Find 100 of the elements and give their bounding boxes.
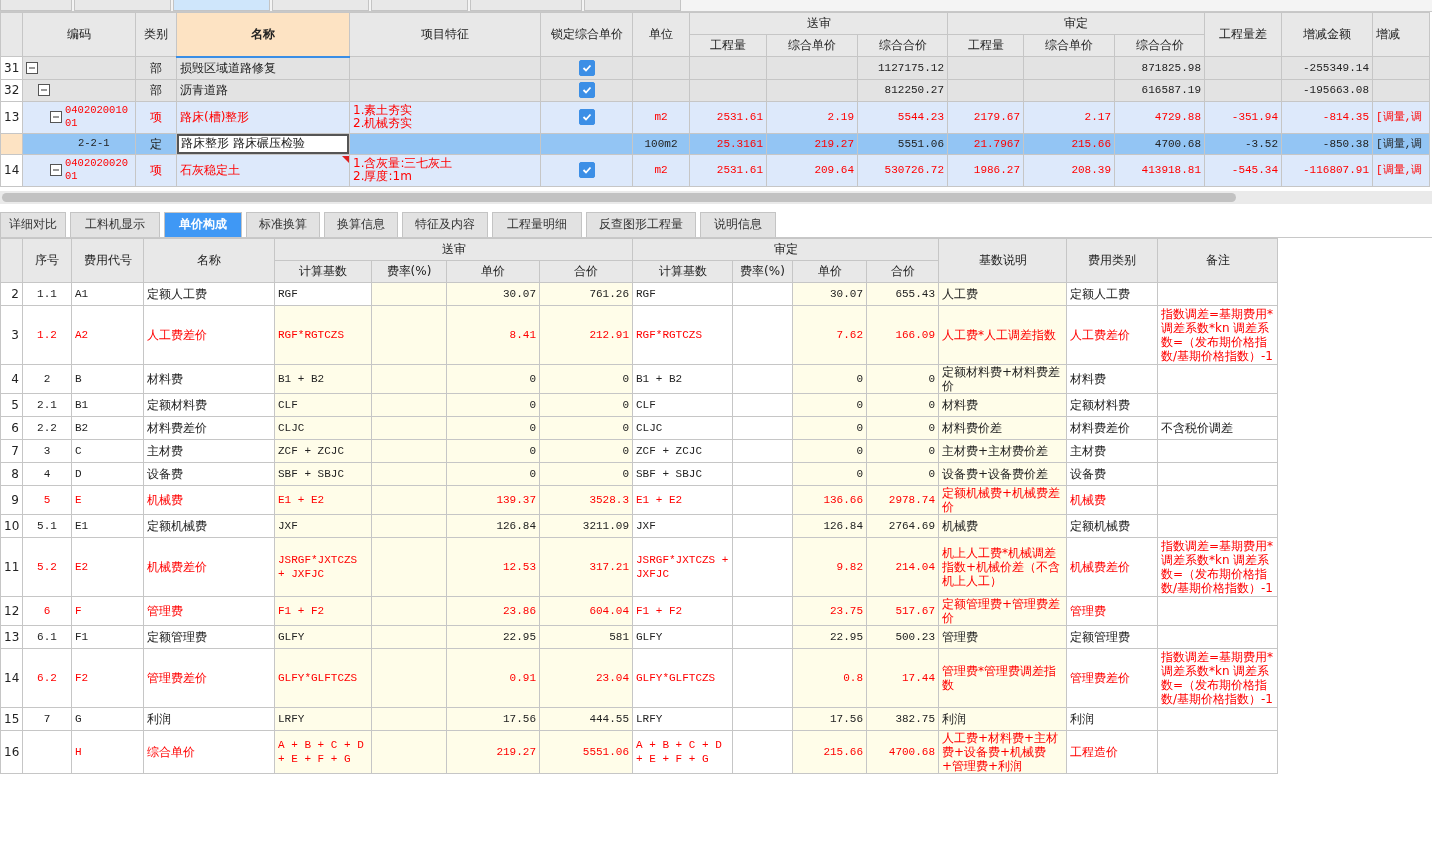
fee-code-cell: B2 xyxy=(71,416,144,439)
table-row[interactable]: 32 部 沥青道路 812250.27 616587.19 -195663.08 xyxy=(0,79,1430,101)
fee-category-cell: 人工费差价 xyxy=(1066,305,1158,364)
base-formula-cell: LRFY xyxy=(632,707,733,730)
unit-price-cell: 139.37 xyxy=(446,485,540,514)
unit-cell xyxy=(632,79,690,101)
unit-price-cell: 136.66 xyxy=(792,485,867,514)
column-header[interactable]: 费用类别 xyxy=(1066,238,1158,282)
base-description-cell: 人工费+材料费+主材费+设备费+机械费+管理费+利润 xyxy=(938,730,1067,773)
check-icon xyxy=(581,85,592,95)
tab[interactable]: 工程量明细 xyxy=(492,211,582,237)
unit-cell: m2 xyxy=(632,101,690,133)
table-row[interactable]: 2-2-1 定 路床整形 路床碾压检验 100m2 25.3161 219.27 5551.06 21.7967 215.66 4700.68 -3.52 -850.38 [调量,调 xyxy=(0,133,1430,154)
base-formula-cell: B1 + B2 xyxy=(274,364,372,393)
column-header[interactable]: 项目特征 xyxy=(349,12,541,57)
value-cell: 5544.23 xyxy=(857,101,948,133)
base-description-cell: 定额管理费+管理费差价 xyxy=(938,596,1067,625)
sequence-cell: 5.1 xyxy=(22,514,72,537)
column-header[interactable]: 类别 xyxy=(135,12,177,57)
tab[interactable]: 说明信息 xyxy=(700,211,776,237)
fee-category-cell: 定额材料费 xyxy=(1066,393,1158,416)
fee-category-cell: 机械费 xyxy=(1066,485,1158,514)
fee-name-cell: 材料费差价 xyxy=(143,416,275,439)
total-price-cell: 23.04 xyxy=(539,648,633,707)
check-icon xyxy=(581,112,592,122)
total-price-cell: 17.44 xyxy=(866,648,939,707)
column-header[interactable]: 基数说明 xyxy=(938,238,1067,282)
column-header[interactable]: 工程量差 xyxy=(1204,12,1282,57)
unit-cell xyxy=(632,56,690,79)
collapse-icon[interactable] xyxy=(26,61,38,74)
collapse-icon[interactable] xyxy=(50,164,62,176)
value-cell: [调量,调 xyxy=(1372,154,1430,186)
value-cell: 530726.72 xyxy=(857,154,948,186)
base-formula-cell: B1 + B2 xyxy=(632,364,733,393)
fee-name-cell: 定额材料费 xyxy=(143,393,275,416)
type-cell: 部 xyxy=(135,79,177,101)
fee-code-cell: B xyxy=(71,364,144,393)
unit-price-cell: 0 xyxy=(792,364,867,393)
tab[interactable]: 标准换算 xyxy=(246,211,320,237)
column-header[interactable]: 增减金额 xyxy=(1281,12,1373,57)
type-cell: 项 xyxy=(135,154,177,186)
fee-code-cell: C xyxy=(71,439,144,462)
lock-checkbox[interactable] xyxy=(578,82,595,98)
group-header: 审定 xyxy=(632,238,939,260)
base-formula-cell: A + B + C + D + E + F + G xyxy=(632,730,733,773)
sequence-cell: 2.2 xyxy=(22,416,72,439)
item-name: 沥青道路 xyxy=(180,83,228,97)
unit-price-cell: 9.82 xyxy=(792,537,867,596)
base-description-cell: 主材费+主材费价差 xyxy=(938,439,1067,462)
tab[interactable]: 详细对比 xyxy=(0,211,66,237)
collapse-icon[interactable] xyxy=(50,111,62,123)
column-header[interactable]: 编码 xyxy=(22,12,136,57)
table-row[interactable]: 13 040202001001 项 路床(槽)整形 1.素土夯实 2.机械夯实 m2 2531.61 2.19 5544.23 2179.67 2.17 4729.88 -351.94 -814.35 [调量,调 xyxy=(0,101,1430,133)
fee-category-cell: 材料费差价 xyxy=(1066,416,1158,439)
tab[interactable]: 工料机显示 xyxy=(70,211,160,237)
total-price-cell: 3528.3 xyxy=(539,485,633,514)
value-cell: 219.27 xyxy=(766,133,858,154)
value-cell: 2531.61 xyxy=(689,101,767,133)
value-cell: 616587.19 xyxy=(1114,79,1205,101)
column-header[interactable]: 备注 xyxy=(1157,238,1278,282)
column-header[interactable]: 单位 xyxy=(632,12,690,57)
collapse-icon[interactable] xyxy=(38,84,50,96)
horizontal-scrollbar[interactable] xyxy=(0,190,1432,204)
total-price-cell: 604.04 xyxy=(539,596,633,625)
base-description-cell: 设备费+设备费价差 xyxy=(938,462,1067,485)
sequence-cell: 6 xyxy=(22,596,72,625)
base-description-cell: 机械费 xyxy=(938,514,1067,537)
base-formula-cell: ZCF + ZCJC xyxy=(632,439,733,462)
lock-checkbox[interactable] xyxy=(578,109,595,125)
fee-name-cell: 材料费 xyxy=(143,364,275,393)
tab[interactable]: 特征及内容 xyxy=(402,211,488,237)
total-price-cell: 517.67 xyxy=(866,596,939,625)
fee-name-cell: 利润 xyxy=(143,707,275,730)
note-cell: 指数调差=基期费用*调差系数*kn 调差系数=（发布期价格指数/基期价格指数）-1 xyxy=(1157,537,1278,596)
row-number: 12 xyxy=(0,596,23,625)
fee-name-cell: 定额管理费 xyxy=(143,625,275,648)
lock-checkbox[interactable] xyxy=(578,59,595,76)
sequence-cell: 2 xyxy=(22,364,72,393)
lock-checkbox[interactable] xyxy=(578,162,595,178)
sequence-cell: 2.1 xyxy=(22,393,72,416)
column-header[interactable]: 锁定综合单价 xyxy=(540,12,633,57)
column-header[interactable]: 名称 xyxy=(176,12,350,57)
table-row[interactable]: 31 部 损毁区域道路修复 1127175.12 871825.98 -255349.14 xyxy=(0,56,1430,79)
fee-category-cell: 工程造价 xyxy=(1066,730,1158,773)
name-input[interactable]: 路床整形 路床碾压检验 xyxy=(177,133,349,154)
fee-category-cell: 定额机械费 xyxy=(1066,514,1158,537)
total-price-cell: 5551.06 xyxy=(539,730,633,773)
tab[interactable]: 反查图形工程量 xyxy=(586,211,696,237)
value-cell: [调量,调 xyxy=(1372,133,1430,154)
fee-code-cell: F1 xyxy=(71,625,144,648)
table-row[interactable]: 14 040202002001 项 石灰稳定土 1.含灰量:三七灰土 2.厚度:1m m2 2531.61 209.64 530726.72 1986.27 208.39 413918.81 -545.34 -116807.91 [调量,调 xyxy=(0,154,1430,186)
row-number: 13 xyxy=(0,101,23,133)
unit-cell: m2 xyxy=(632,154,690,186)
column-header[interactable]: 费用代号 xyxy=(71,238,144,282)
tab[interactable]: 换算信息 xyxy=(324,211,398,237)
column-header[interactable]: 名称 xyxy=(143,238,275,282)
column-header[interactable]: 序号 xyxy=(22,238,72,282)
value-cell: 2531.61 xyxy=(689,154,767,186)
unit-price-cell: 7.62 xyxy=(792,305,867,364)
column-header[interactable]: 增减 xyxy=(1372,12,1430,57)
